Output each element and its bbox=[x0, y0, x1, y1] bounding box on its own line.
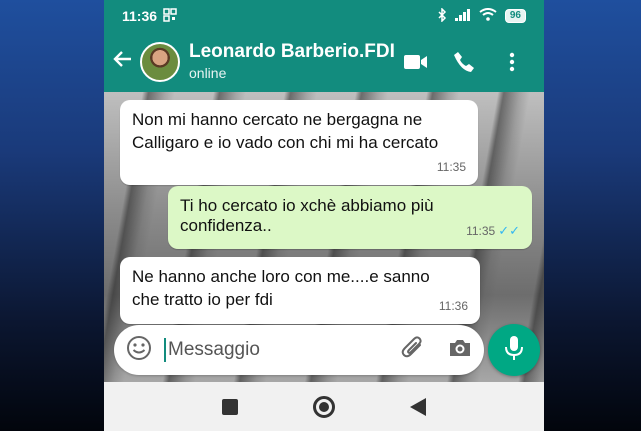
wifi-icon bbox=[479, 8, 497, 24]
message-bubble-outgoing[interactable]: Ti ho cercato io xchè abbiamo più confid… bbox=[168, 186, 532, 249]
message-time: 11:35 bbox=[466, 224, 496, 238]
mic-icon bbox=[504, 335, 524, 366]
message-bubble-incoming[interactable]: Ne hanno anche loro con me....e sanno ch… bbox=[120, 257, 480, 324]
status-time: 11:36 bbox=[122, 8, 158, 24]
contact-info[interactable]: Leonardo Barberio.FDI online bbox=[189, 41, 395, 83]
nav-recents-icon[interactable] bbox=[222, 398, 238, 415]
attach-icon[interactable] bbox=[400, 335, 426, 366]
emoji-icon[interactable] bbox=[126, 335, 152, 366]
status-bar: 11:36 96 bbox=[104, 0, 544, 32]
nav-back-icon[interactable] bbox=[410, 397, 426, 416]
contact-status: online bbox=[189, 65, 227, 81]
message-composer bbox=[114, 325, 484, 375]
bluetooth-icon bbox=[437, 6, 447, 25]
message-input[interactable] bbox=[168, 339, 388, 361]
message-text: Non mi hanno cercato ne bergagna ne bbox=[132, 110, 423, 129]
message-time: 11:35 bbox=[436, 160, 466, 174]
back-arrow-icon[interactable] bbox=[108, 48, 138, 76]
contact-name: Leonardo Barberio.FDI bbox=[189, 41, 395, 62]
qr-icon bbox=[163, 7, 177, 25]
message-text: Calligaro e io vado con chi mi ha cercat… bbox=[132, 133, 439, 152]
signal-icon bbox=[454, 8, 471, 24]
battery-indicator: 96 bbox=[504, 9, 526, 23]
text-cursor bbox=[164, 338, 166, 362]
more-options-icon[interactable] bbox=[500, 50, 524, 74]
message-bubble-incoming[interactable]: Non mi hanno cercato ne bergagna ne Call… bbox=[120, 100, 478, 185]
video-call-icon[interactable] bbox=[404, 50, 428, 74]
phone-icon[interactable] bbox=[452, 50, 476, 74]
message-time: 11:36 bbox=[438, 299, 468, 313]
message-text: Ne hanno anche loro con me....e sanno bbox=[132, 267, 430, 286]
nav-home-icon[interactable] bbox=[313, 395, 335, 418]
camera-icon[interactable] bbox=[448, 338, 472, 363]
mic-button[interactable] bbox=[488, 324, 540, 376]
system-nav-bar bbox=[104, 382, 544, 431]
chat-header: Leonardo Barberio.FDI online bbox=[104, 32, 544, 92]
avatar[interactable] bbox=[140, 42, 180, 82]
read-ticks-icon: ✓✓ bbox=[498, 223, 520, 238]
phone-screen: 11:36 96 Leonardo Barberio.FDI online No… bbox=[104, 0, 544, 431]
